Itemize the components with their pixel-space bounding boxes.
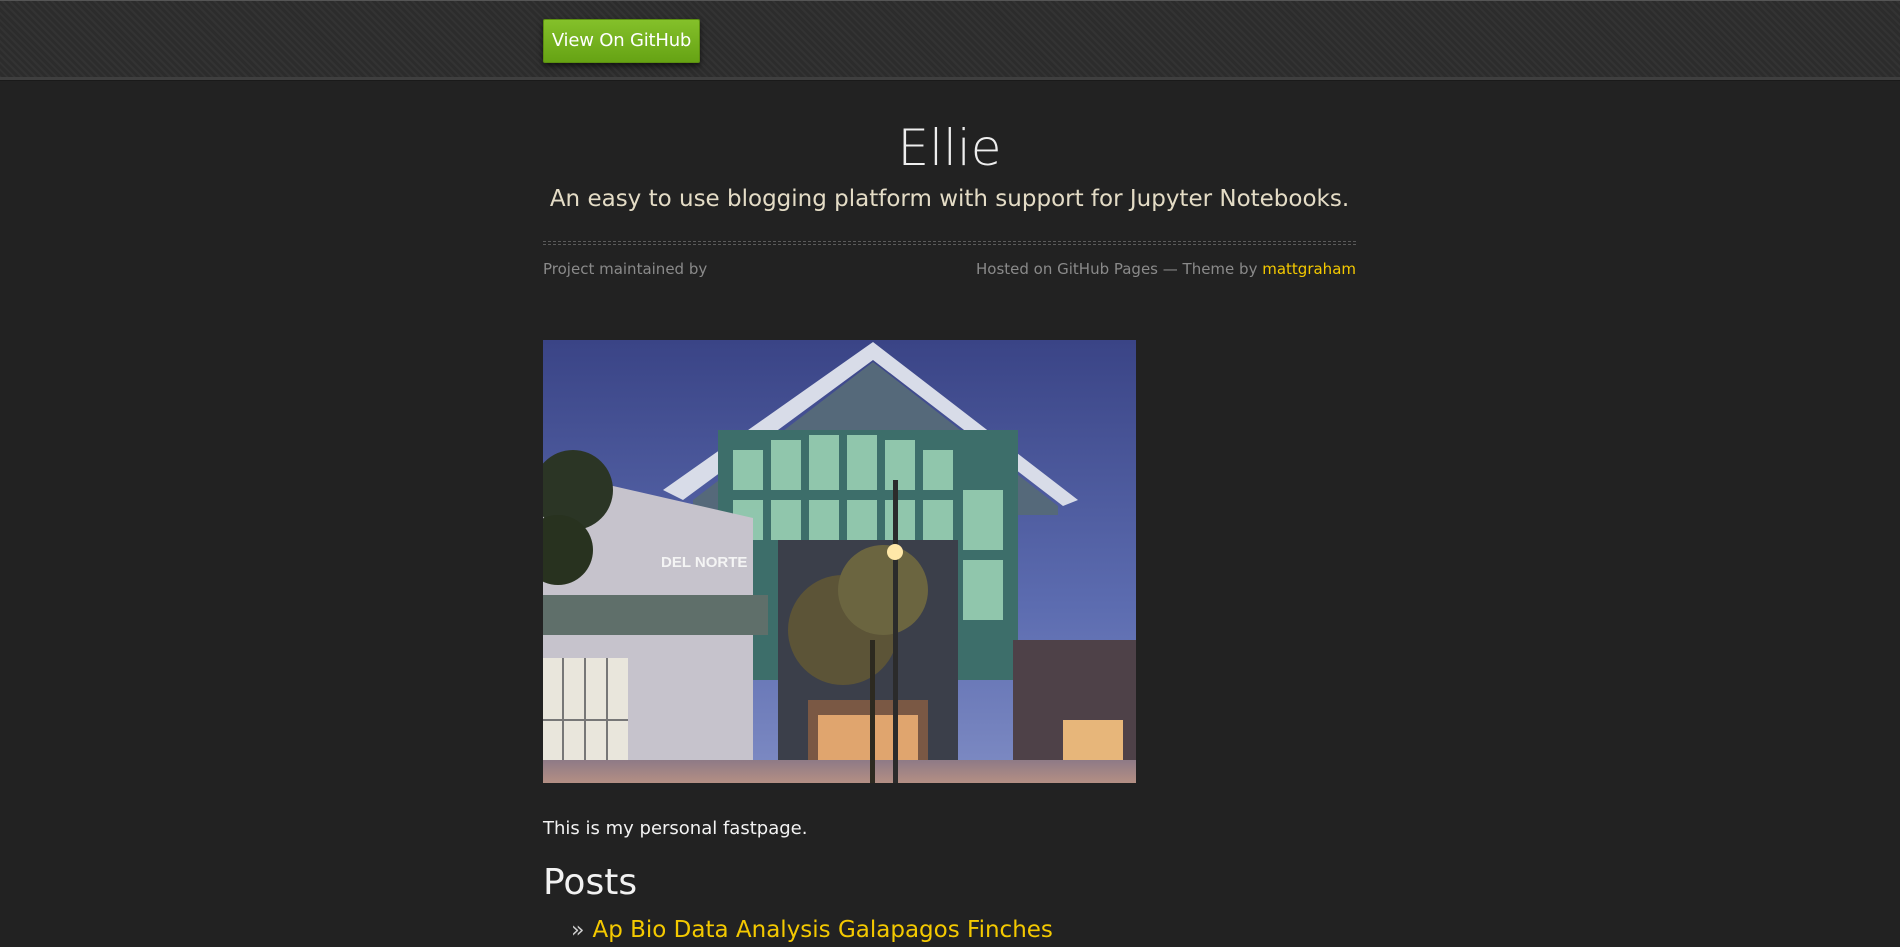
top-bar-divider [0,77,1900,81]
post-bullet: » [571,918,585,943]
building-sign-text: DEL NORTE [661,554,747,571]
hosted-text: Hosted on GitHub Pages — Theme by [976,260,1258,278]
credits-bar: Project maintained by Hosted on GitHub P… [543,258,1356,280]
maintained-by-text: Project maintained by [543,260,708,278]
theme-author-link[interactable]: mattgraham [1262,260,1356,278]
hosted-credit: Hosted on GitHub Pages — Theme by mattgr… [976,258,1356,280]
post-list-item: » Ap Bio Data Analysis Galapagos Finches [571,914,1053,947]
view-on-github-button[interactable]: View On GitHub [543,19,700,63]
school-building-illustration: DEL NORTE [543,340,1136,783]
site-tagline: An easy to use blogging platform with su… [549,186,1350,212]
post-link[interactable]: Ap Bio Data Analysis Galapagos Finches [592,917,1052,943]
posts-heading: Posts [543,862,638,903]
top-bar: View On GitHub [0,0,1900,78]
school-building-photo: DEL NORTE [543,340,1136,783]
header-divider [543,241,1356,245]
site-title: Ellie [897,119,1002,177]
intro-text: This is my personal fastpage. [543,818,808,839]
